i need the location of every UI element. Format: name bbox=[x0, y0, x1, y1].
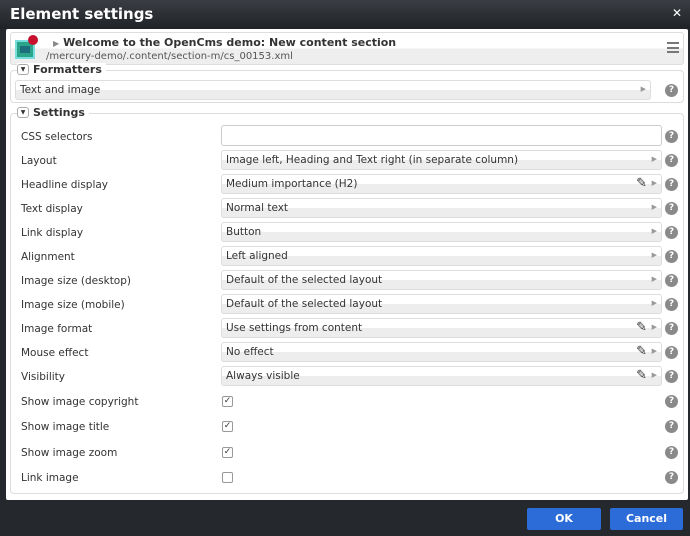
arrow-right-icon: ▶ bbox=[651, 203, 657, 211]
arrow-right-icon: ▶ bbox=[651, 227, 657, 235]
alignment-label: Alignment bbox=[21, 251, 75, 263]
visibility-label: Visibility bbox=[21, 371, 66, 383]
text-display-value: Normal text bbox=[226, 202, 289, 214]
help-icon[interactable]: ? bbox=[665, 202, 678, 215]
headline-display-select[interactable]: Medium importance (H2) ✎ ▶ bbox=[221, 174, 662, 194]
help-icon[interactable]: ? bbox=[665, 250, 678, 263]
ok-button[interactable]: OK bbox=[527, 508, 601, 530]
formatters-section: ▼ Formatters Text and image ▶ ? bbox=[10, 63, 684, 103]
show-image-copyright-checkbox[interactable]: ✓ bbox=[222, 396, 233, 407]
alignment-select[interactable]: Left aligned ▶ bbox=[221, 246, 662, 266]
arrow-right-icon: ▶ bbox=[651, 299, 657, 307]
link-display-label: Link display bbox=[21, 227, 84, 239]
formatter-select[interactable]: Text and image ▶ bbox=[15, 80, 651, 100]
cancel-button[interactable]: Cancel bbox=[610, 508, 683, 530]
headline-display-value: Medium importance (H2) bbox=[226, 178, 358, 190]
settings-legend: Settings bbox=[33, 106, 85, 119]
help-icon[interactable]: ? bbox=[665, 471, 678, 484]
help-icon[interactable]: ? bbox=[665, 226, 678, 239]
image-size-desktop-select[interactable]: Default of the selected layout ▶ bbox=[221, 270, 662, 290]
help-icon[interactable]: ? bbox=[665, 370, 678, 383]
image-size-desktop-label: Image size (desktop) bbox=[21, 275, 131, 287]
help-icon[interactable]: ? bbox=[665, 274, 678, 287]
headline-display-label: Headline display bbox=[21, 179, 109, 191]
pencil-icon[interactable]: ✎ bbox=[636, 344, 647, 359]
arrow-right-icon: ▶ bbox=[651, 323, 657, 331]
element-title: Welcome to the OpenCms demo: New content… bbox=[63, 36, 397, 49]
show-image-title-label: Show image title bbox=[21, 421, 110, 433]
help-icon[interactable]: ? bbox=[665, 446, 678, 459]
css-selectors-label: CSS selectors bbox=[21, 131, 93, 143]
show-image-zoom-label: Show image zoom bbox=[21, 447, 118, 459]
expand-arrow-icon[interactable]: ▶ bbox=[53, 39, 59, 48]
visibility-select[interactable]: Always visible ✎ ▶ bbox=[221, 366, 662, 386]
new-badge-icon bbox=[28, 35, 38, 45]
layout-value: Image left, Heading and Text right (in s… bbox=[226, 154, 519, 166]
help-icon[interactable]: ? bbox=[665, 346, 678, 359]
element-path: /mercury-demo/.content/section-m/cs_0015… bbox=[46, 51, 293, 62]
arrow-right-icon: ▶ bbox=[640, 85, 646, 93]
help-icon[interactable]: ? bbox=[665, 420, 678, 433]
alignment-value: Left aligned bbox=[226, 250, 288, 262]
layout-select[interactable]: Image left, Heading and Text right (in s… bbox=[221, 150, 662, 170]
image-format-select[interactable]: Use settings from content ✎ ▶ bbox=[221, 318, 662, 338]
collapse-settings-icon[interactable]: ▼ bbox=[17, 107, 29, 118]
mouse-effect-value: No effect bbox=[226, 346, 274, 358]
help-icon[interactable]: ? bbox=[665, 84, 678, 97]
arrow-right-icon: ▶ bbox=[651, 371, 657, 379]
show-image-title-checkbox[interactable]: ✓ bbox=[222, 421, 233, 432]
help-icon[interactable]: ? bbox=[665, 322, 678, 335]
arrow-right-icon: ▶ bbox=[651, 347, 657, 355]
element-header: ▶ Welcome to the OpenCms demo: New conten… bbox=[10, 32, 684, 65]
link-image-label: Link image bbox=[21, 472, 79, 484]
dialog-title: Element settings bbox=[10, 5, 154, 23]
dialog-content: ▶ Welcome to the OpenCms demo: New conten… bbox=[6, 29, 688, 500]
help-icon[interactable]: ? bbox=[665, 178, 678, 191]
link-image-checkbox[interactable] bbox=[222, 472, 233, 483]
image-size-mobile-label: Image size (mobile) bbox=[21, 299, 125, 311]
settings-section: ▼ Settings CSS selectors? Layout Image left… bbox=[10, 106, 684, 494]
image-size-mobile-select[interactable]: Default of the selected layout ▶ bbox=[221, 294, 662, 314]
close-icon[interactable]: ✕ bbox=[672, 6, 682, 20]
image-size-desktop-value: Default of the selected layout bbox=[226, 274, 383, 286]
text-display-select[interactable]: Normal text ▶ bbox=[221, 198, 662, 218]
mouse-effect-label: Mouse effect bbox=[21, 347, 89, 359]
image-size-mobile-value: Default of the selected layout bbox=[226, 298, 383, 310]
help-icon[interactable]: ? bbox=[665, 130, 678, 143]
arrow-right-icon: ▶ bbox=[651, 179, 657, 187]
css-selectors-input[interactable] bbox=[221, 125, 662, 146]
arrow-right-icon: ▶ bbox=[651, 155, 657, 163]
layout-label: Layout bbox=[21, 155, 57, 167]
mouse-effect-select[interactable]: No effect ✎ ▶ bbox=[221, 342, 662, 362]
menu-icon[interactable] bbox=[667, 42, 679, 53]
text-display-label: Text display bbox=[21, 203, 83, 215]
arrow-right-icon: ▶ bbox=[651, 251, 657, 259]
formatter-value: Text and image bbox=[20, 84, 101, 96]
dialog-titlebar: Element settings ✕ bbox=[0, 0, 690, 29]
arrow-right-icon: ▶ bbox=[651, 275, 657, 283]
visibility-value: Always visible bbox=[226, 370, 300, 382]
formatters-legend: Formatters bbox=[33, 63, 102, 76]
show-image-copyright-label: Show image copyright bbox=[21, 396, 139, 408]
help-icon[interactable]: ? bbox=[665, 154, 678, 167]
link-display-value: Button bbox=[226, 226, 262, 238]
pencil-icon[interactable]: ✎ bbox=[636, 320, 647, 335]
pencil-icon[interactable]: ✎ bbox=[636, 368, 647, 383]
link-display-select[interactable]: Button ▶ bbox=[221, 222, 662, 242]
image-format-label: Image format bbox=[21, 323, 93, 335]
help-icon[interactable]: ? bbox=[665, 395, 678, 408]
image-format-value: Use settings from content bbox=[226, 322, 363, 334]
collapse-formatters-icon[interactable]: ▼ bbox=[17, 64, 29, 75]
pencil-icon[interactable]: ✎ bbox=[636, 176, 647, 191]
show-image-zoom-checkbox[interactable]: ✓ bbox=[222, 447, 233, 458]
help-icon[interactable]: ? bbox=[665, 298, 678, 311]
